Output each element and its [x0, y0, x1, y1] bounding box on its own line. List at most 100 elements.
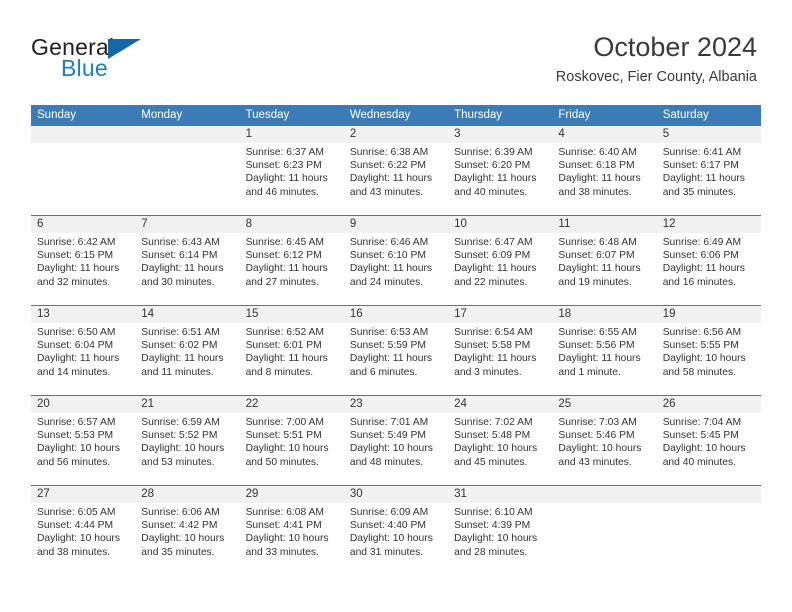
sunrise-time: Sunrise: 7:00 AM — [245, 417, 324, 428]
sunrise-time: Sunrise: 6:56 AM — [662, 327, 742, 338]
calendar-day-cell[interactable]: 17 Sunrise: 6:54 AM Sunset: 5:58 PM Dayligh… — [448, 306, 553, 395]
day-sun-info: Sunrise: 6:38 AM Sunset: 6:22 PM Daylight:… — [344, 143, 448, 199]
sunset-time: Sunset: 4:44 PM — [37, 520, 114, 532]
day-number: 19 — [662, 308, 676, 320]
day-number: 12 — [662, 218, 676, 230]
daylight-duration: Daylight: 11 hours and 24 minutes. — [349, 263, 433, 288]
day-number-band: 1 — [239, 126, 344, 143]
day-number-band: 20 — [31, 396, 136, 413]
sunset-time: Sunset: 6:09 PM — [454, 250, 531, 262]
sunrise-time: Sunrise: 6:59 AM — [141, 417, 220, 428]
calendar-page: General Blue October 2024 Roskovec, Fier… — [0, 0, 792, 612]
calendar-day-cell[interactable]: 13 Sunrise: 6:50 AM Sunset: 6:04 PM Dayligh… — [31, 306, 136, 395]
calendar-day-cell[interactable]: 18 Sunrise: 6:55 AM Sunset: 5:56 PM Dayligh… — [552, 306, 657, 395]
calendar-day-cell[interactable]: 14 Sunrise: 6:51 AM Sunset: 6:02 PM Dayligh… — [135, 306, 240, 395]
calendar-week-row: 13 Sunrise: 6:50 AM Sunset: 6:04 PM Dayligh… — [31, 306, 761, 396]
calendar-day-cell[interactable]: 22 Sunrise: 7:00 AM Sunset: 5:51 PM Dayligh… — [239, 396, 344, 485]
calendar-day-cell[interactable]: 5 Sunrise: 6:41 AM Sunset: 6:17 PM Daylight… — [656, 126, 761, 215]
sunset-time: Sunset: 6:01 PM — [245, 340, 322, 352]
calendar-day-cell[interactable]: 10 Sunrise: 6:47 AM Sunset: 6:09 PM Dayligh… — [448, 216, 553, 305]
sunset-time: Sunset: 4:42 PM — [141, 520, 218, 532]
day-number: 13 — [37, 308, 50, 320]
daylight-duration: Daylight: 11 hours and 11 minutes. — [141, 353, 224, 378]
calendar-day-cell[interactable]: 16 Sunrise: 6:53 AM Sunset: 5:59 PM Dayligh… — [343, 306, 449, 395]
calendar-day-cell[interactable]: 3 Sunrise: 6:39 AM Sunset: 6:20 PM Daylight… — [448, 126, 553, 215]
calendar-day-cell[interactable]: 20 Sunrise: 6:57 AM Sunset: 5:53 PM Dayligh… — [31, 396, 136, 485]
calendar-day-cell[interactable]: 29 Sunrise: 6:08 AM Sunset: 4:41 PM Dayligh… — [239, 486, 344, 575]
calendar-day-cell[interactable]: 24 Sunrise: 7:02 AM Sunset: 5:48 PM Dayligh… — [448, 396, 553, 485]
calendar-day-cell[interactable]: 21 Sunrise: 6:59 AM Sunset: 5:52 PM Dayligh… — [135, 396, 240, 485]
calendar-day-cell[interactable]: 28 Sunrise: 6:06 AM Sunset: 4:42 PM Dayligh… — [135, 486, 240, 575]
calendar-day-cell-empty — [656, 486, 761, 575]
daylight-duration: Daylight: 11 hours and 38 minutes. — [558, 173, 641, 198]
calendar-day-cell[interactable]: 15 Sunrise: 6:52 AM Sunset: 6:01 PM Dayligh… — [239, 306, 344, 395]
day-sun-info: Sunrise: 6:09 AM Sunset: 4:40 PM Daylight:… — [344, 503, 448, 559]
daylight-duration: Daylight: 11 hours and 30 minutes. — [141, 263, 224, 288]
calendar-day-cell[interactable]: 4 Sunrise: 6:40 AM Sunset: 6:18 PM Daylight… — [552, 126, 657, 215]
calendar-day-cell[interactable]: 25 Sunrise: 7:03 AM Sunset: 5:46 PM Dayligh… — [552, 396, 657, 485]
day-number-band: 30 — [343, 486, 449, 503]
sunrise-time: Sunrise: 6:41 AM — [662, 147, 742, 158]
sunset-time: Sunset: 5:58 PM — [454, 340, 531, 352]
sunrise-time: Sunrise: 6:38 AM — [349, 147, 429, 158]
sunrise-time: Sunrise: 7:04 AM — [662, 417, 742, 428]
day-number-band: 3 — [448, 126, 553, 143]
day-sun-info: Sunrise: 6:40 AM Sunset: 6:18 PM Daylight:… — [552, 143, 656, 199]
calendar-day-cell[interactable]: 27 Sunrise: 6:05 AM Sunset: 4:44 PM Dayligh… — [31, 486, 136, 575]
weekday-thursday: Thursday — [454, 109, 503, 121]
sunrise-time: Sunrise: 6:43 AM — [141, 237, 220, 248]
day-number-band: 9 — [343, 216, 449, 233]
calendar-day-cell[interactable]: 1 Sunrise: 6:37 AM Sunset: 6:23 PM Daylight… — [239, 126, 344, 215]
daylight-duration: Daylight: 11 hours and 1 minute. — [558, 353, 641, 378]
daylight-duration: Daylight: 10 hours and 33 minutes. — [245, 533, 329, 558]
sunset-time: Sunset: 5:52 PM — [141, 430, 218, 442]
day-number: 9 — [349, 218, 357, 230]
day-sun-info: Sunrise: 6:39 AM Sunset: 6:20 PM Daylight:… — [448, 143, 552, 199]
sunrise-time: Sunrise: 7:03 AM — [558, 417, 637, 428]
calendar-day-cell[interactable]: 31 Sunrise: 6:10 AM Sunset: 4:39 PM Dayligh… — [448, 486, 553, 575]
calendar-day-cell[interactable]: 7 Sunrise: 6:43 AM Sunset: 6:14 PM Daylight… — [135, 216, 240, 305]
sunrise-time: Sunrise: 6:51 AM — [141, 327, 220, 338]
calendar-grid: Sunday Monday Tuesday Wednesday Thursday… — [31, 105, 761, 575]
sunset-time: Sunset: 5:53 PM — [37, 430, 114, 442]
day-number: 4 — [558, 128, 565, 140]
day-number: 11 — [558, 218, 571, 230]
general-blue-logo[interactable]: General Blue — [31, 34, 231, 90]
daylight-duration: Daylight: 10 hours and 38 minutes. — [37, 533, 120, 558]
calendar-day-cell[interactable]: 12 Sunrise: 6:49 AM Sunset: 6:06 PM Dayligh… — [656, 216, 761, 305]
daylight-duration: Daylight: 11 hours and 19 minutes. — [558, 263, 641, 288]
day-number: 24 — [454, 398, 467, 410]
logo-text-blue: Blue — [61, 55, 108, 81]
calendar-day-cell[interactable]: 26 Sunrise: 7:04 AM Sunset: 5:45 PM Dayligh… — [656, 396, 761, 485]
day-sun-info: Sunrise: 6:52 AM Sunset: 6:01 PM Daylight:… — [240, 323, 344, 379]
day-sun-info: Sunrise: 6:50 AM Sunset: 6:04 PM Daylight:… — [31, 323, 135, 379]
sunrise-time: Sunrise: 6:06 AM — [141, 507, 220, 518]
calendar-day-cell[interactable]: 23 Sunrise: 7:01 AM Sunset: 5:49 PM Dayligh… — [343, 396, 449, 485]
weekday-monday: Monday — [141, 109, 183, 121]
day-number: 10 — [454, 218, 467, 230]
weekday-saturday: Saturday — [662, 109, 709, 121]
calendar-day-cell[interactable]: 2 Sunrise: 6:38 AM Sunset: 6:22 PM Daylight… — [343, 126, 449, 215]
sunrise-time: Sunrise: 7:02 AM — [454, 417, 533, 428]
calendar-day-cell[interactable]: 19 Sunrise: 6:56 AM Sunset: 5:55 PM Dayligh… — [656, 306, 761, 395]
calendar-day-cell[interactable]: 6 Sunrise: 6:42 AM Sunset: 6:15 PM Daylight… — [31, 216, 136, 305]
weekday-tuesday: Tuesday — [245, 109, 290, 121]
day-sun-info: Sunrise: 7:03 AM Sunset: 5:46 PM Daylight:… — [552, 413, 656, 469]
day-number: 27 — [37, 488, 50, 500]
sunrise-time: Sunrise: 6:57 AM — [37, 417, 116, 428]
sunrise-time: Sunrise: 6:46 AM — [349, 237, 429, 248]
calendar-day-cell[interactable]: 8 Sunrise: 6:45 AM Sunset: 6:12 PM Daylight… — [239, 216, 344, 305]
day-number: 3 — [454, 128, 461, 140]
day-number: 25 — [558, 398, 572, 410]
calendar-day-cell[interactable]: 9 Sunrise: 6:46 AM Sunset: 6:10 PM Daylight… — [343, 216, 449, 305]
sunset-time: Sunset: 5:46 PM — [558, 430, 635, 442]
sunset-time: Sunset: 4:39 PM — [454, 520, 531, 532]
daylight-duration: Daylight: 11 hours and 27 minutes. — [245, 263, 328, 288]
day-sun-info: Sunrise: 7:04 AM Sunset: 5:45 PM Daylight:… — [657, 413, 761, 469]
calendar-day-cell[interactable]: 11 Sunrise: 6:48 AM Sunset: 6:07 PM Dayligh… — [552, 216, 657, 305]
daylight-duration: Daylight: 11 hours and 6 minutes. — [349, 353, 433, 378]
sunset-time: Sunset: 6:10 PM — [349, 250, 426, 262]
day-number-band: 14 — [135, 306, 240, 323]
day-number: 15 — [245, 308, 259, 320]
calendar-day-cell[interactable]: 30 Sunrise: 6:09 AM Sunset: 4:40 PM Dayligh… — [343, 486, 449, 575]
